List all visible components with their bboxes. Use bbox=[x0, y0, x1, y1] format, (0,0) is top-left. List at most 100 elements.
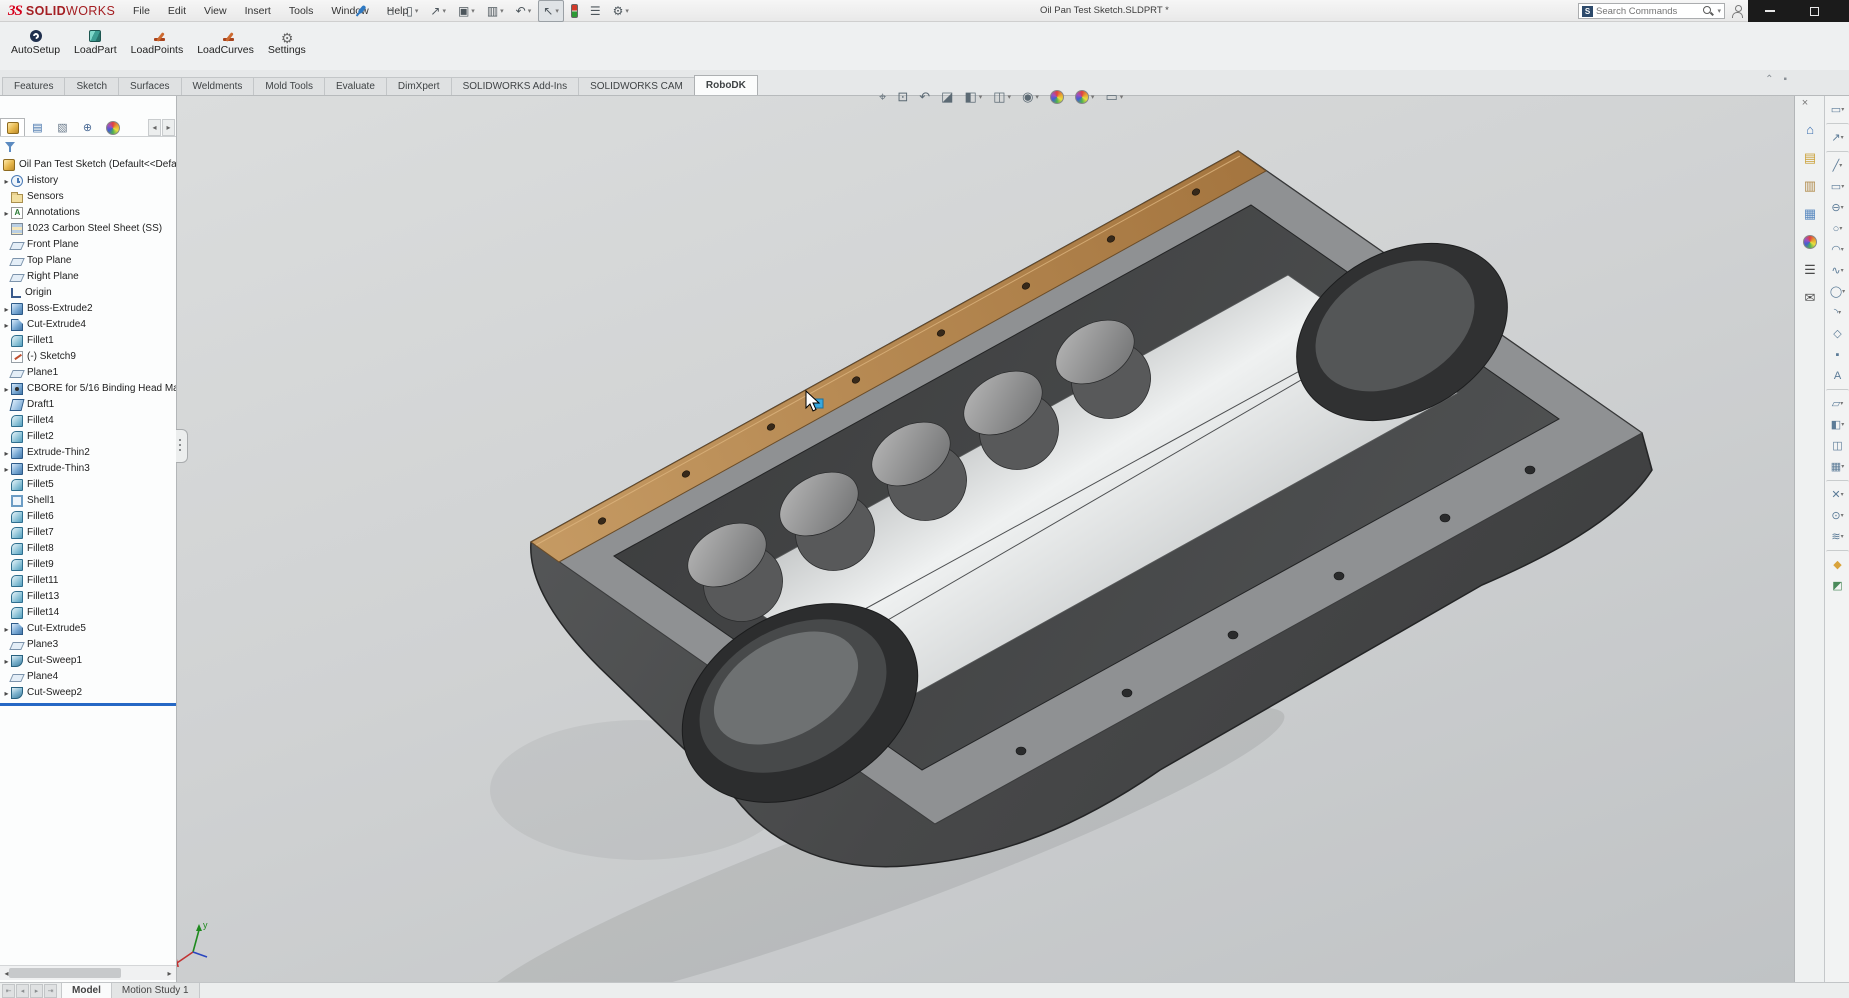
autosetup-button[interactable]: AutoSetup bbox=[4, 25, 67, 59]
command-tab[interactable]: DimXpert bbox=[386, 77, 452, 95]
command-tab[interactable]: SOLIDWORKS Add-Ins bbox=[451, 77, 579, 95]
tree-item[interactable]: ▸ Extrude-Thin2 bbox=[0, 445, 177, 461]
tab-nav-button[interactable]: ▸ bbox=[30, 984, 43, 998]
pin-menu-icon[interactable] bbox=[356, 4, 370, 18]
expand-arrow-icon[interactable]: ▸ bbox=[2, 625, 11, 634]
menu-item[interactable]: Insert bbox=[236, 0, 280, 22]
instant3d-icon[interactable]: ◧ ▾ bbox=[1826, 414, 1849, 435]
expand-arrow-icon[interactable]: ▸ bbox=[2, 177, 11, 186]
search-commands-box[interactable]: ▾ bbox=[1578, 3, 1725, 19]
display-style-icon[interactable]: ◫ ▾ bbox=[989, 87, 1015, 107]
displaymanager-tab[interactable] bbox=[100, 118, 125, 136]
tree-item[interactable]: ▸ Fillet2 bbox=[0, 429, 177, 445]
tree-item[interactable]: ▸ Fillet14 bbox=[0, 605, 177, 621]
zoom-area-icon[interactable]: ⊡ ▾ bbox=[893, 87, 912, 107]
collapse-pane-icon[interactable]: ⌃ bbox=[1765, 74, 1773, 85]
view-orientation-icon[interactable]: ◧ ▾ bbox=[960, 87, 986, 107]
menu-item[interactable]: File bbox=[124, 0, 159, 22]
tree-item[interactable]: ▸ Cut-Extrude4 bbox=[0, 317, 177, 333]
command-tab[interactable]: Features bbox=[2, 77, 65, 95]
edit-appearance-icon[interactable]: ▾ bbox=[1046, 88, 1068, 106]
tree-item[interactable]: ▸ Top Plane bbox=[0, 253, 177, 269]
design-library-icon[interactable]: ▥ bbox=[1796, 172, 1824, 199]
command-tab[interactable]: Mold Tools bbox=[253, 77, 325, 95]
point-icon[interactable]: ▪ ▾ bbox=[1826, 344, 1849, 365]
menu-item[interactable]: Tools bbox=[280, 0, 323, 22]
loadpoints-button[interactable]: LoadPoints bbox=[124, 25, 191, 59]
rollback-bar[interactable] bbox=[0, 703, 177, 706]
tree-item[interactable]: ▸ 1023 Carbon Steel Sheet (SS) bbox=[0, 221, 177, 237]
rebuild-icon[interactable]: ▾ bbox=[566, 0, 583, 22]
dimxpertmanager-tab[interactable]: ⊕ bbox=[75, 118, 100, 136]
search-icon[interactable] bbox=[1702, 5, 1714, 17]
zoom-fit-icon[interactable]: ⌖ ▾ bbox=[875, 87, 890, 107]
expand-arrow-icon[interactable]: ▸ bbox=[2, 465, 11, 474]
menu-item[interactable]: Edit bbox=[159, 0, 195, 22]
loadpart-button[interactable]: LoadPart bbox=[67, 25, 124, 59]
scroll-right-arrow-icon[interactable]: ▸ bbox=[163, 967, 176, 979]
edit-appearance-tool-icon[interactable]: ◆ ▾ bbox=[1826, 550, 1849, 575]
circle-icon[interactable]: ○ ▾ bbox=[1826, 218, 1849, 239]
tree-item[interactable]: ▸ Shell1 bbox=[0, 493, 177, 509]
tree-item[interactable]: ▸ CBORE for 5/16 Binding Head Machi bbox=[0, 381, 177, 397]
arc-icon[interactable]: ◠ ▾ bbox=[1826, 239, 1849, 260]
command-tab[interactable]: RoboDK bbox=[694, 75, 758, 95]
previous-view-icon[interactable]: ↶ ▾ bbox=[915, 87, 934, 107]
line-icon[interactable]: ╱ ▾ bbox=[1826, 151, 1849, 176]
search-dropdown-icon[interactable]: ▾ bbox=[1717, 7, 1721, 15]
file-explorer-icon[interactable]: ▦ bbox=[1796, 200, 1824, 227]
command-tab[interactable]: Sketch bbox=[64, 77, 119, 95]
command-tab[interactable]: Evaluate bbox=[324, 77, 387, 95]
apply-scene-tool-icon[interactable]: ◩ ▾ bbox=[1826, 575, 1849, 596]
pin-pane-icon[interactable]: ▪ bbox=[1783, 74, 1787, 85]
file-properties-icon[interactable]: ☰ ▾ bbox=[585, 0, 606, 22]
tree-item[interactable]: ▸ Plane1 bbox=[0, 365, 177, 381]
sketch-icon[interactable]: ▭ ▾ bbox=[1826, 99, 1849, 120]
print-icon[interactable]: ▥ ▾ bbox=[482, 0, 509, 22]
tree-item[interactable]: ▸ Annotations bbox=[0, 205, 177, 221]
custom-properties-icon[interactable]: ☰ bbox=[1796, 256, 1824, 283]
close-pane-icon[interactable]: × bbox=[1798, 97, 1812, 109]
spline-icon[interactable]: ∿ ▾ bbox=[1826, 260, 1849, 281]
motion-study-tab[interactable]: Motion Study 1 bbox=[112, 983, 200, 998]
propertymanager-tab[interactable]: ▤ bbox=[25, 118, 50, 136]
scroll-left-icon[interactable]: ◂ bbox=[148, 119, 161, 136]
new-document-icon[interactable]: ▯ ▾ bbox=[401, 0, 423, 22]
appearances-scenes-icon[interactable] bbox=[1796, 228, 1824, 255]
polygon-icon[interactable]: ◇ ▾ bbox=[1826, 323, 1849, 344]
tree-item[interactable]: ▸ Fillet11 bbox=[0, 573, 177, 589]
plane-tool-icon[interactable]: ▱ ▾ bbox=[1826, 389, 1849, 414]
scrollbar-thumb[interactable] bbox=[9, 968, 121, 978]
command-tab[interactable]: SOLIDWORKS CAM bbox=[578, 77, 695, 95]
tree-item[interactable]: ▸ Boss-Extrude2 bbox=[0, 301, 177, 317]
view-settings-icon[interactable]: ▭ ▾ bbox=[1101, 87, 1127, 107]
ellipse-icon[interactable]: ◯ ▾ bbox=[1826, 281, 1849, 302]
user-account-icon[interactable] bbox=[1731, 5, 1744, 18]
text-icon[interactable]: A ▾ bbox=[1826, 365, 1849, 386]
expand-arrow-icon[interactable]: ▸ bbox=[2, 209, 11, 218]
expand-arrow-icon[interactable]: ▸ bbox=[2, 657, 11, 666]
tree-item[interactable]: ▸ Fillet13 bbox=[0, 589, 177, 605]
tree-item[interactable]: ▸ Extrude-Thin3 bbox=[0, 461, 177, 477]
tree-item[interactable]: ▸ Fillet9 bbox=[0, 557, 177, 573]
tree-item[interactable]: ▸ Draft1 bbox=[0, 397, 177, 413]
featuremanager-tab[interactable] bbox=[0, 118, 25, 136]
tree-item[interactable]: ▸ Right Plane bbox=[0, 269, 177, 285]
configurationmanager-tab[interactable]: ▧ bbox=[50, 118, 75, 136]
panel-splitter-handle[interactable] bbox=[176, 429, 188, 463]
tree-item[interactable]: ▸ Plane3 bbox=[0, 637, 177, 653]
command-tab[interactable]: Surfaces bbox=[118, 77, 181, 95]
hide-show-items-icon[interactable]: ◉ ▾ bbox=[1018, 87, 1043, 107]
expand-arrow-icon[interactable]: ▸ bbox=[2, 385, 11, 394]
expand-arrow-icon[interactable]: ▸ bbox=[2, 321, 11, 330]
tree-item[interactable]: ▸ Cut-Sweep1 bbox=[0, 653, 177, 669]
save-icon[interactable]: ▣ ▾ bbox=[453, 0, 480, 22]
tree-item[interactable]: ▸ (-) Sketch9 bbox=[0, 349, 177, 365]
search-input[interactable] bbox=[1596, 6, 1699, 17]
select-icon[interactable]: ↖ ▾ bbox=[538, 0, 564, 22]
model-tab[interactable]: Model bbox=[61, 983, 112, 998]
command-tab[interactable]: Weldments bbox=[181, 77, 255, 95]
graphics-viewport[interactable]: ⌖ ▾ ⊡ ▾ ↶ ▾ ◪ ▾ ◧ bbox=[177, 96, 1794, 982]
expand-arrow-icon[interactable]: ▸ bbox=[2, 305, 11, 314]
mirror-entities-icon[interactable]: ◫ ▾ bbox=[1826, 435, 1849, 456]
